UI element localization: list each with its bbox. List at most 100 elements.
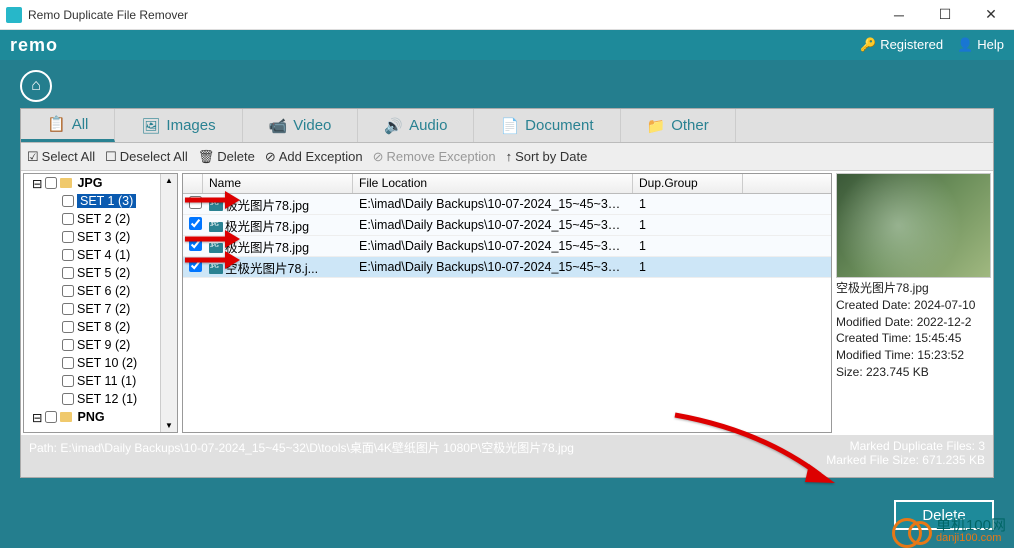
tree-item-label: SET 4 (1) bbox=[77, 248, 130, 262]
tree-item-set[interactable]: SET 9 (2) bbox=[40, 336, 177, 354]
tree-item-set[interactable]: SET 10 (2) bbox=[40, 354, 177, 372]
tree-checkbox[interactable] bbox=[62, 213, 74, 225]
tree-checkbox[interactable] bbox=[62, 393, 74, 405]
tree-checkbox[interactable] bbox=[62, 231, 74, 243]
remove-exception-button: ⊘Remove Exception bbox=[373, 149, 496, 165]
row-location: E:\imad\Daily Backups\10-07-2024_15~45~3… bbox=[353, 237, 633, 255]
deselect-all-icon: ☐ bbox=[105, 149, 117, 165]
tree-item-set[interactable]: SET 5 (2) bbox=[40, 264, 177, 282]
home-icon: ⌂ bbox=[31, 77, 41, 95]
row-checkbox[interactable] bbox=[189, 217, 202, 230]
jpg-icon bbox=[209, 264, 223, 274]
tree-root-jpg[interactable]: ⊟ JPG bbox=[32, 174, 177, 192]
tree-checkbox[interactable] bbox=[45, 177, 57, 189]
row-name: 极光图片78.jpg bbox=[225, 241, 309, 255]
eye-off-icon: ⊘ bbox=[265, 149, 276, 165]
tab-all[interactable]: 📋All bbox=[21, 109, 115, 142]
row-name: 空极光图片78.j... bbox=[225, 262, 318, 276]
tree-panel[interactable]: ⊟ JPG SET 1 (3) SET 2 (2) SET 3 (2) SET … bbox=[23, 173, 178, 433]
minimize-button[interactable]: ─ bbox=[876, 0, 922, 30]
row-checkbox[interactable] bbox=[189, 238, 202, 251]
row-checkbox[interactable] bbox=[189, 196, 202, 209]
jpg-icon bbox=[209, 201, 223, 211]
tab-document[interactable]: 📄Document bbox=[474, 109, 620, 142]
tab-audio[interactable]: 🔊Audio bbox=[358, 109, 474, 142]
row-group: 1 bbox=[633, 237, 743, 255]
registered-button[interactable]: 🔑Registered bbox=[860, 37, 943, 53]
help-button[interactable]: 👤Help bbox=[957, 37, 1004, 53]
table-row[interactable]: 极光图片78.jpg E:\imad\Daily Backups\10-07-2… bbox=[183, 236, 831, 257]
row-location: E:\imad\Daily Backups\10-07-2024_15~45~3… bbox=[353, 258, 633, 276]
tree-checkbox[interactable] bbox=[62, 321, 74, 333]
tree-item-label: SET 8 (2) bbox=[77, 320, 130, 334]
add-exception-button[interactable]: ⊘Add Exception bbox=[265, 149, 363, 165]
preview-image bbox=[836, 173, 991, 278]
table-row[interactable]: 空极光图片78.j... E:\imad\Daily Backups\10-07… bbox=[183, 257, 831, 278]
close-button[interactable]: ✕ bbox=[968, 0, 1014, 30]
col-location[interactable]: File Location bbox=[353, 174, 633, 193]
sort-button[interactable]: ↑Sort by Date bbox=[506, 149, 588, 164]
preview-modified-time: Modified Time: 15:23:52 bbox=[836, 347, 991, 364]
home-button[interactable]: ⌂ bbox=[20, 70, 52, 102]
tree-checkbox[interactable] bbox=[62, 285, 74, 297]
scroll-down-icon[interactable]: ▼ bbox=[165, 421, 173, 430]
tree-item-set[interactable]: SET 2 (2) bbox=[40, 210, 177, 228]
sort-icon: ↑ bbox=[506, 149, 513, 164]
delete-toolbar-button[interactable]: 🗑Delete bbox=[198, 149, 255, 165]
deselect-all-button[interactable]: ☐Deselect All bbox=[105, 149, 188, 165]
maximize-button[interactable]: ☐ bbox=[922, 0, 968, 30]
window-title: Remo Duplicate File Remover bbox=[28, 8, 188, 22]
row-name: 极光图片78.jpg bbox=[225, 220, 309, 234]
watermark-dm: danji100.com bbox=[936, 533, 1006, 544]
select-all-button[interactable]: ☑Select All bbox=[27, 149, 95, 165]
tree-checkbox[interactable] bbox=[62, 249, 74, 261]
top-bar: remo 🔑Registered 👤Help bbox=[0, 30, 1014, 60]
preview-panel: 空极光图片78.jpg Created Date: 2024-07-10 Mod… bbox=[836, 173, 991, 433]
titlebar: Remo Duplicate File Remover ─ ☐ ✕ bbox=[0, 0, 1014, 30]
tree-item-set[interactable]: SET 3 (2) bbox=[40, 228, 177, 246]
list-icon: 📋 bbox=[47, 115, 66, 133]
image-icon: 🖼 bbox=[141, 117, 160, 135]
tree-checkbox[interactable] bbox=[62, 267, 74, 279]
tree-checkbox[interactable] bbox=[62, 195, 74, 207]
tree-root-png[interactable]: ⊟ PNG bbox=[32, 408, 177, 426]
tree-item-set[interactable]: SET 6 (2) bbox=[40, 282, 177, 300]
preview-size: Size: 223.745 KB bbox=[836, 364, 991, 381]
tree-next-label: PNG bbox=[77, 410, 104, 424]
folder-icon bbox=[60, 178, 72, 188]
tree-item-set[interactable]: SET 1 (3) bbox=[40, 192, 177, 210]
col-group[interactable]: Dup.Group bbox=[633, 174, 743, 193]
trash-icon: 🗑 bbox=[198, 149, 215, 165]
file-grid[interactable]: Name File Location Dup.Group 极光图片78.jpg … bbox=[182, 173, 832, 433]
jpg-icon bbox=[209, 222, 223, 232]
tree-item-label: SET 3 (2) bbox=[77, 230, 130, 244]
row-name: 极光图片78.jpg bbox=[225, 199, 309, 213]
tree-checkbox[interactable] bbox=[45, 411, 57, 423]
watermark: 单机100网 danji100.com bbox=[892, 518, 1006, 544]
scroll-up-icon[interactable]: ▲ bbox=[165, 176, 173, 185]
tree-item-set[interactable]: SET 12 (1) bbox=[40, 390, 177, 408]
tree-scrollbar[interactable]: ▲▼ bbox=[160, 174, 177, 432]
select-all-icon: ☑ bbox=[27, 149, 39, 165]
tree-checkbox[interactable] bbox=[62, 375, 74, 387]
category-tabs: 📋All 🖼Images 📹Video 🔊Audio 📄Document 📁Ot… bbox=[21, 109, 993, 143]
col-name[interactable]: Name bbox=[203, 174, 353, 193]
table-row[interactable]: 极光图片78.jpg E:\imad\Daily Backups\10-07-2… bbox=[183, 194, 831, 215]
row-checkbox[interactable] bbox=[189, 259, 202, 272]
tree-checkbox[interactable] bbox=[62, 303, 74, 315]
tree-checkbox[interactable] bbox=[62, 357, 74, 369]
tree-item-set[interactable]: SET 7 (2) bbox=[40, 300, 177, 318]
video-icon: 📹 bbox=[269, 117, 288, 135]
tab-other[interactable]: 📁Other bbox=[621, 109, 736, 142]
tree-checkbox[interactable] bbox=[62, 339, 74, 351]
tree-item-set[interactable]: SET 11 (1) bbox=[40, 372, 177, 390]
tab-video[interactable]: 📹Video bbox=[243, 109, 359, 142]
tree-item-set[interactable]: SET 8 (2) bbox=[40, 318, 177, 336]
folder-icon bbox=[60, 412, 72, 422]
tab-images[interactable]: 🖼Images bbox=[115, 109, 242, 142]
table-row[interactable]: 极光图片78.jpg E:\imad\Daily Backups\10-07-2… bbox=[183, 215, 831, 236]
tree-item-set[interactable]: SET 4 (1) bbox=[40, 246, 177, 264]
status-bar: Path: E:\imad\Daily Backups\10-07-2024_1… bbox=[21, 435, 993, 471]
eye-on-icon: ⊘ bbox=[373, 149, 384, 165]
toolbar: ☑Select All ☐Deselect All 🗑Delete ⊘Add E… bbox=[21, 143, 993, 171]
